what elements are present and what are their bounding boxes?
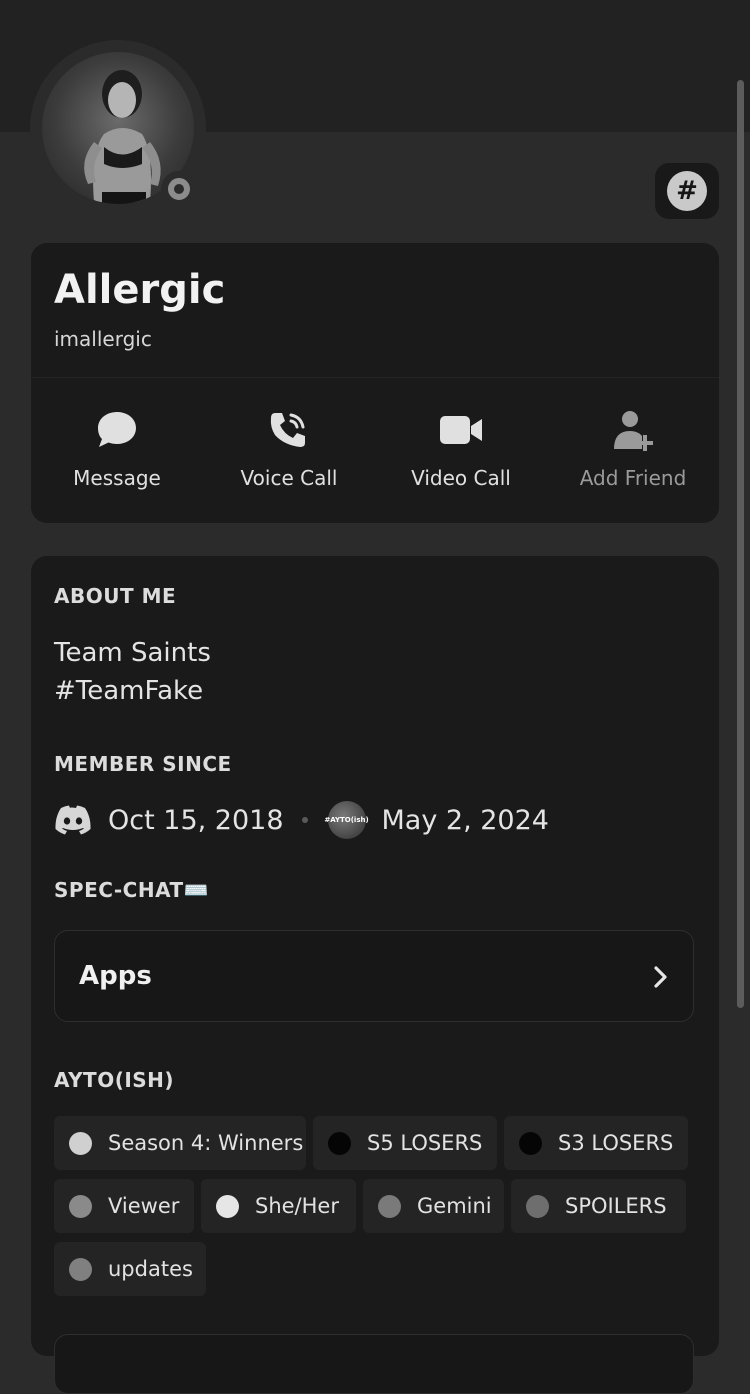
about-line[interactable]: #TeamFake: [54, 672, 211, 710]
chevron-right-icon: [653, 965, 669, 993]
ayto-heading: AYTO(ISH): [54, 1068, 175, 1092]
server-join-date: May 2, 2024: [381, 804, 549, 836]
role-color-dot: [69, 1131, 92, 1155]
role-color-dot: [328, 1131, 351, 1155]
video-camera-icon: [375, 408, 547, 452]
video-call-label: Video Call: [411, 466, 511, 490]
about-line: Team Saints: [54, 638, 211, 668]
apps-button[interactable]: Apps: [54, 930, 694, 1022]
profile-details-card: ABOUT ME Team Saints #TeamFake MEMBER SI…: [31, 556, 719, 1394]
role-color-dot: [378, 1194, 401, 1218]
spec-chat-heading: SPEC-CHAT⌨️: [54, 878, 210, 902]
separator-dot: [301, 817, 308, 823]
role-chip[interactable]: Viewer: [54, 1179, 194, 1233]
role-color-dot: [216, 1194, 239, 1218]
discord-logo-icon: [54, 805, 92, 835]
phone-icon: [203, 408, 375, 452]
username[interactable]: imallergic: [54, 327, 152, 351]
role-name: Gemini: [417, 1194, 492, 1218]
chat-bubble-icon: [31, 408, 203, 452]
role-name: S3 LOSERS: [558, 1131, 674, 1155]
role-name: SPOILERS: [565, 1194, 667, 1218]
voice-call-label: Voice Call: [240, 466, 338, 490]
server-tag-button[interactable]: #: [655, 163, 719, 219]
member-since-heading: MEMBER SINCE: [54, 752, 232, 776]
divider: [31, 377, 719, 378]
role-chip[interactable]: She/Her: [201, 1179, 356, 1233]
discord-join-date: Oct 15, 2018: [108, 804, 284, 836]
hashtag-icon: #: [667, 171, 707, 211]
role-color-dot: [526, 1194, 549, 1218]
add-friend-button[interactable]: Add Friend: [547, 408, 719, 498]
role-chip[interactable]: S5 LOSERS: [313, 1116, 497, 1170]
action-bar: Message Voice Call Video Call Add Friend: [31, 408, 719, 498]
member-since-row: Oct 15, 2018 #AYTO(ish) May 2, 2024: [54, 798, 549, 842]
message-label: Message: [73, 466, 161, 490]
message-button[interactable]: Message: [31, 408, 203, 498]
display-name: Allergic: [54, 267, 226, 313]
voice-call-button[interactable]: Voice Call: [203, 408, 375, 498]
next-section-box[interactable]: [54, 1334, 694, 1394]
profile-card: Allergic imallergic Message Voice Call V…: [31, 243, 719, 523]
role-chip[interactable]: Gemini: [363, 1179, 504, 1233]
about-heading: ABOUT ME: [54, 584, 177, 608]
about-text: Team Saints #TeamFake: [54, 634, 211, 710]
role-color-dot: [69, 1194, 92, 1218]
role-name: She/Her: [255, 1194, 339, 1218]
role-chip[interactable]: S3 LOSERS: [504, 1116, 688, 1170]
role-name: Viewer: [108, 1194, 180, 1218]
add-friend-icon: [547, 408, 719, 452]
role-color-dot: [69, 1257, 92, 1281]
role-chip[interactable]: updates: [54, 1242, 206, 1296]
apps-label: Apps: [79, 961, 152, 991]
role-name: updates: [108, 1257, 193, 1281]
status-indicator: [161, 171, 197, 207]
role-color-dot: [519, 1131, 542, 1155]
role-chip[interactable]: Season 4: Winners: [54, 1116, 306, 1170]
scrollbar[interactable]: [737, 80, 744, 1008]
server-icon: #AYTO(ish): [324, 801, 369, 839]
video-call-button[interactable]: Video Call: [375, 408, 547, 498]
server-icon-text: #AYTO(ish): [324, 816, 369, 824]
role-chip[interactable]: SPOILERS: [511, 1179, 686, 1233]
role-name: S5 LOSERS: [367, 1131, 483, 1155]
role-name: Season 4: Winners: [108, 1131, 304, 1155]
add-friend-label: Add Friend: [579, 466, 687, 490]
